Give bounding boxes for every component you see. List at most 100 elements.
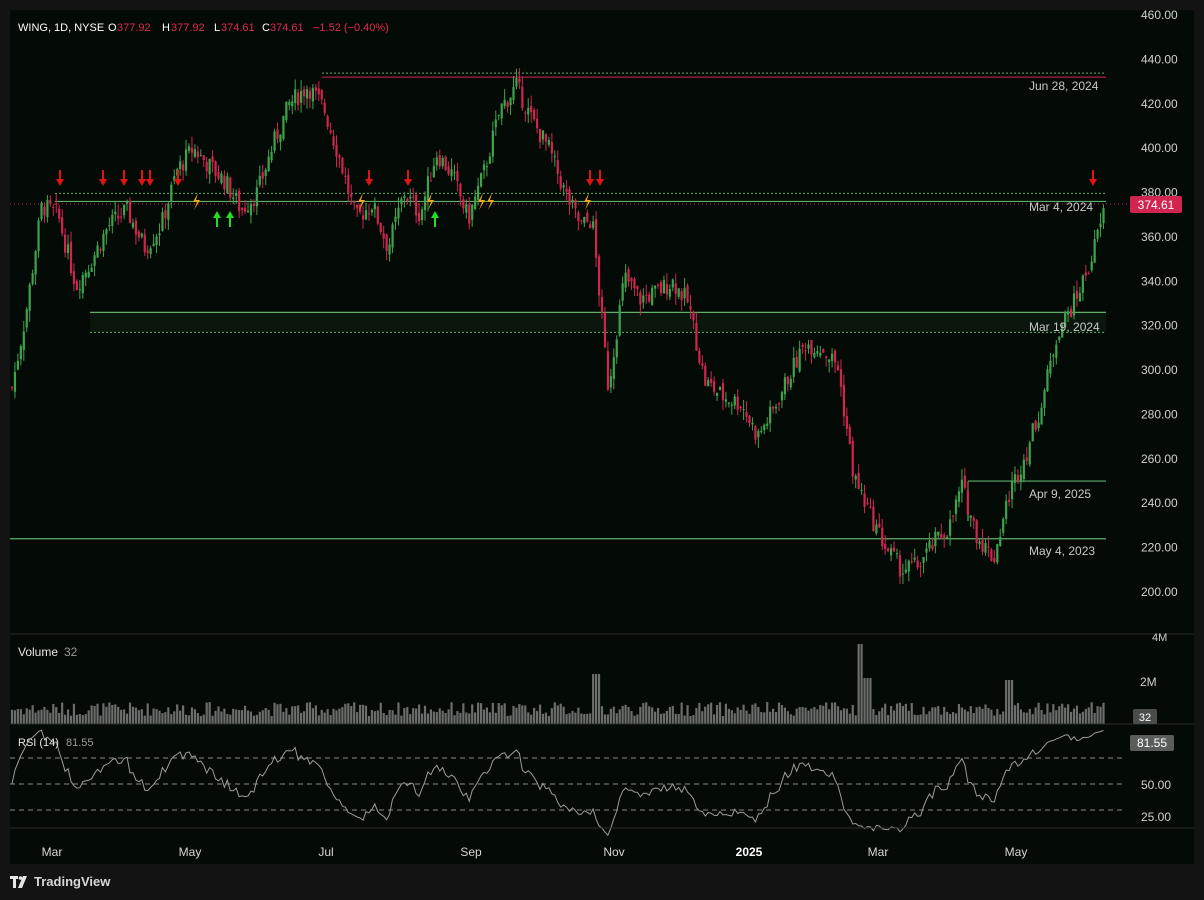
volume-bar: [898, 702, 902, 724]
candle-body: [31, 273, 34, 285]
volume-title[interactable]: Volume: [18, 645, 58, 659]
volume-bar: [963, 709, 966, 724]
sell-arrow-head: [99, 179, 107, 186]
volume-bar: [465, 712, 468, 724]
volume-bar: [356, 712, 359, 724]
volume-bar: [515, 707, 518, 724]
volume-bar: [462, 703, 465, 724]
time-axis[interactable]: Mar May Jul Sep Nov 2025 Mar May: [42, 845, 1028, 859]
volume-bar: [727, 708, 730, 724]
candle-body: [583, 216, 586, 224]
candle-body: [704, 365, 707, 386]
volume-bar: [654, 711, 657, 724]
candle-body: [93, 255, 96, 266]
high-label: H: [162, 22, 170, 34]
candle-body: [713, 381, 716, 392]
volume-bar: [612, 706, 615, 724]
candle-body: [839, 369, 843, 387]
volume-bar: [1043, 714, 1046, 724]
candle-body: [1093, 239, 1096, 263]
volume-bar: [406, 707, 409, 724]
candle-body: [152, 243, 155, 247]
candle-body: [901, 573, 904, 575]
volume-bar: [55, 707, 58, 724]
volume-bar: [822, 705, 825, 724]
candle-body: [1034, 421, 1037, 430]
candle-body: [208, 158, 211, 175]
volume-bar: [559, 703, 562, 724]
candle-body: [246, 210, 250, 213]
candle-body: [300, 90, 303, 103]
volume-bar: [742, 704, 745, 724]
price-axis[interactable]: 460.00440.00420.00400.00380.00360.00340.…: [1141, 8, 1178, 599]
volume-bar: [187, 715, 191, 724]
candle-body: [400, 198, 403, 204]
volume-bar: [34, 712, 37, 724]
volume-bar: [353, 702, 356, 724]
volume-bar: [22, 714, 25, 724]
candle-body: [541, 130, 545, 140]
rsi-title[interactable]: RSI (14): [18, 737, 59, 749]
candle-body: [131, 222, 135, 228]
price-tick: 420.00: [1141, 97, 1178, 111]
volume-bar: [1031, 714, 1034, 724]
tradingview-logo[interactable]: TradingView: [10, 874, 110, 889]
candle-body: [394, 216, 397, 223]
candle-body: [925, 548, 928, 553]
candle-body: [828, 359, 831, 362]
candle-body: [907, 560, 910, 572]
candle-body: [763, 424, 766, 431]
volume-bar: [975, 707, 978, 724]
volume-bar: [379, 702, 382, 724]
volume-bar: [456, 711, 459, 724]
volume-bar: [845, 708, 848, 724]
candle-body: [435, 157, 438, 166]
volume-bar: [736, 707, 739, 724]
volume-bar: [509, 715, 512, 724]
volume-bar: [589, 713, 592, 724]
volume-bar: [730, 710, 733, 724]
volume-bar: [813, 707, 816, 724]
levels-layer: [10, 72, 1130, 540]
volume-bar: [819, 704, 822, 724]
volume-bar: [143, 715, 146, 724]
volume-bar: [836, 706, 840, 724]
volume-bar: [739, 709, 742, 724]
volume-bar: [946, 711, 949, 724]
candle-body: [1043, 390, 1046, 408]
candle-body: [211, 156, 214, 163]
candle-body: [630, 278, 633, 282]
volume-bar: [491, 702, 494, 724]
candle-body: [114, 211, 117, 215]
volume-bar: [347, 703, 350, 724]
volume-bar: [878, 711, 881, 724]
symbol-title[interactable]: WING, 1D, NYSE: [18, 22, 104, 34]
tradingview-window: WING, 1D, NYSE O 377.92 H 377.92 L 374.6…: [0, 0, 1204, 900]
candle-body: [680, 291, 683, 301]
candle-body: [580, 220, 583, 222]
volume-bar: [603, 714, 607, 724]
candle-body: [317, 88, 320, 95]
candle-body: [1078, 293, 1081, 302]
volume-bar: [592, 674, 595, 724]
volume-bar: [586, 713, 589, 724]
candle-body: [1081, 275, 1084, 293]
volume-bar: [966, 711, 969, 724]
candle-body: [232, 197, 235, 200]
volume-bar: [538, 704, 542, 724]
chart-svg[interactable]: WING, 1D, NYSE O 377.92 H 377.92 L 374.6…: [10, 8, 1194, 864]
chart-area[interactable]: WING, 1D, NYSE O 377.92 H 377.92 L 374.6…: [10, 8, 1194, 864]
candle-body: [429, 180, 432, 182]
candle-body: [494, 119, 497, 128]
volume-bar: [633, 715, 636, 724]
candle-body: [677, 288, 680, 297]
candle-body: [730, 404, 733, 406]
candle-body: [441, 157, 444, 167]
candle-body: [397, 207, 400, 219]
candle-body: [963, 475, 966, 488]
sell-arrow-head: [56, 179, 64, 186]
volume-bar: [863, 678, 866, 724]
volume-bar: [710, 702, 713, 724]
volume-bar: [19, 709, 22, 724]
candle-body: [665, 284, 668, 295]
